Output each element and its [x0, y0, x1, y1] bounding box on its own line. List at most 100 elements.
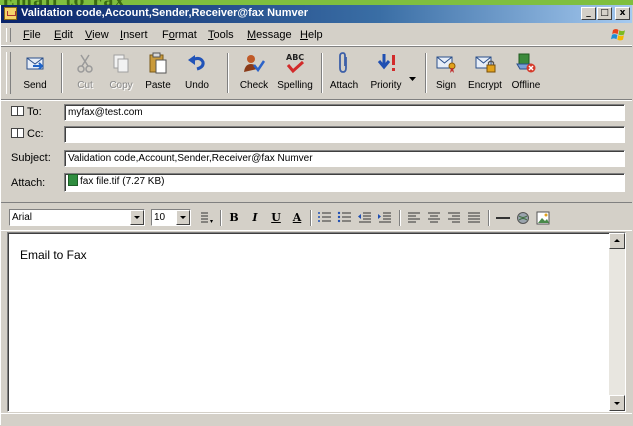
undo-button[interactable]: Undo: [181, 49, 213, 97]
toolbar-separator: [61, 53, 63, 93]
status-bar: [1, 413, 632, 426]
menu-insert[interactable]: Insert: [120, 29, 148, 41]
attach-label: Attach: [329, 80, 359, 91]
copy-icon: [113, 54, 129, 73]
toolbar-separator: [321, 53, 323, 93]
menu-file[interactable]: File: [23, 29, 41, 41]
address-book-icon: [11, 106, 24, 116]
spelling-button[interactable]: ABC Spelling: [275, 49, 315, 97]
undo-label: Undo: [185, 80, 209, 91]
minimize-button[interactable]: _: [581, 7, 596, 20]
copy-button[interactable]: Copy: [105, 49, 137, 97]
attach-field[interactable]: fax file.tif (7.27 KB): [64, 173, 625, 192]
menu-tools[interactable]: Tools: [208, 29, 234, 41]
decrease-indent-icon[interactable]: [357, 211, 373, 225]
formatting-toolbar: Arial 10 B I U A: [1, 202, 632, 231]
copy-label: Copy: [109, 80, 133, 91]
message-body-text: Email to Fax: [20, 248, 87, 262]
align-right-icon[interactable]: [446, 211, 462, 225]
to-label[interactable]: To:: [11, 106, 42, 118]
font-value: Arial: [12, 212, 33, 223]
subject-field[interactable]: Validation code,Account,Sender,Receiver@…: [64, 150, 625, 167]
paste-button[interactable]: Paste: [141, 49, 175, 97]
to-field[interactable]: myfax@test.com: [64, 104, 625, 121]
spelling-icon: ABC: [286, 53, 304, 74]
font-color-button[interactable]: A: [289, 211, 305, 225]
cc-label[interactable]: Cc:: [11, 128, 44, 140]
scroll-down-button[interactable]: [609, 395, 625, 411]
menu-view[interactable]: View: [85, 29, 109, 41]
underline-button[interactable]: U: [268, 211, 284, 225]
undo-icon: [188, 55, 205, 71]
cc-field[interactable]: [64, 126, 625, 143]
font-size-select[interactable]: 10: [151, 209, 191, 226]
format-separator: [488, 210, 490, 226]
tif-file-icon: [68, 174, 78, 186]
insert-picture-icon[interactable]: [535, 211, 551, 225]
font-size-dropdown-button[interactable]: [176, 210, 190, 225]
priority-dropdown[interactable]: [407, 49, 419, 97]
paperclip-icon: [339, 52, 347, 73]
vertical-scrollbar[interactable]: [609, 233, 625, 411]
windows-logo-icon: [611, 29, 625, 41]
format-separator: [220, 210, 222, 226]
priority-button[interactable]: Priority: [365, 49, 407, 97]
format-separator: [310, 210, 312, 226]
maximize-button[interactable]: □: [597, 7, 612, 20]
menu-help[interactable]: Help: [300, 29, 323, 41]
attach-button[interactable]: Attach: [327, 49, 361, 97]
font-dropdown-button[interactable]: [130, 210, 144, 225]
compose-window: Validation code,Account,Sender,Receiver@…: [0, 5, 633, 425]
message-icon: [4, 7, 17, 20]
check-label: Check: [239, 80, 269, 91]
title-bar[interactable]: Validation code,Account,Sender,Receiver@…: [1, 5, 632, 23]
font-size-value: 10: [154, 212, 166, 223]
sign-button[interactable]: Sign: [431, 49, 461, 97]
to-label-text: To:: [27, 106, 42, 118]
check-names-button[interactable]: Check: [235, 49, 273, 97]
hyperlink-icon[interactable]: [515, 211, 531, 225]
toolbar: Send Cut Copy Paste Undo Check ABC Spell…: [1, 47, 632, 100]
font-select[interactable]: Arial: [9, 209, 145, 226]
encrypt-button[interactable]: Encrypt: [465, 49, 505, 97]
menu-grip: [6, 28, 11, 42]
bold-button[interactable]: B: [226, 211, 242, 225]
sign-label: Sign: [435, 80, 456, 91]
encrypt-label: Encrypt: [468, 80, 502, 91]
check-names-icon: [244, 55, 266, 73]
menu-edit[interactable]: Edit: [54, 29, 73, 41]
align-center-icon[interactable]: [426, 211, 442, 225]
offline-label: Offline: [511, 80, 541, 91]
format-separator: [399, 210, 401, 226]
justify-icon[interactable]: [466, 211, 482, 225]
send-button[interactable]: Send: [15, 49, 55, 97]
close-button[interactable]: x: [615, 7, 630, 20]
toolbar-grip: [6, 52, 11, 94]
align-left-icon[interactable]: [406, 211, 422, 225]
paragraph-style-icon[interactable]: [199, 211, 215, 225]
italic-button[interactable]: I: [247, 211, 263, 225]
menu-bar: File Edit View Insert Format Tools Messa…: [1, 25, 632, 46]
lock-icon: [475, 56, 496, 73]
sign-icon: [436, 56, 456, 73]
bullet-list-icon[interactable]: [337, 211, 353, 225]
priority-label: Priority: [370, 80, 402, 91]
scroll-up-button[interactable]: [609, 233, 625, 249]
cut-button[interactable]: Cut: [69, 49, 101, 97]
window-title: Validation code,Account,Sender,Receiver@…: [21, 7, 309, 19]
attach-label: Attach:: [11, 177, 46, 189]
menu-format[interactable]: Format: [162, 29, 197, 41]
offline-icon: [516, 53, 536, 73]
scissors-icon: [77, 54, 93, 73]
increase-indent-icon[interactable]: [377, 211, 393, 225]
priority-icon: [377, 54, 395, 71]
numbered-list-icon[interactable]: [317, 211, 333, 225]
toolbar-separator: [425, 53, 427, 93]
offline-button[interactable]: Offline: [509, 49, 543, 97]
horizontal-line-icon[interactable]: [495, 211, 511, 225]
address-book-icon: [11, 128, 24, 138]
menu-message[interactable]: Message: [247, 29, 292, 41]
attachment-item[interactable]: fax file.tif (7.27 KB): [80, 176, 164, 187]
message-body[interactable]: Email to Fax: [7, 232, 626, 412]
send-label: Send: [23, 80, 47, 91]
